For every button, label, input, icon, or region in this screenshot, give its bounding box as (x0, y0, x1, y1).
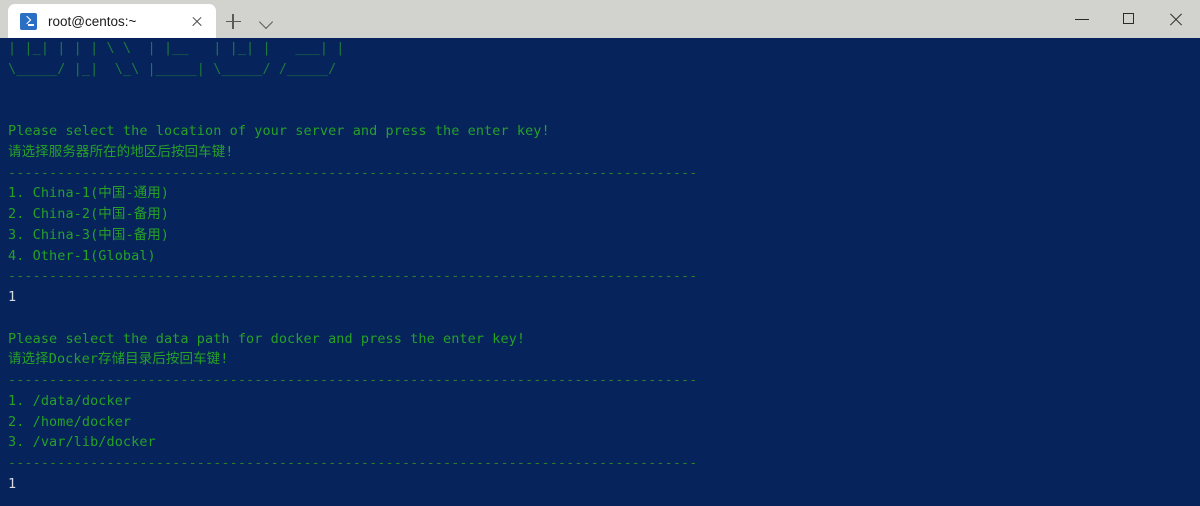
menu-option-china-3: 3. China-3(中国-备用) (8, 226, 170, 243)
menu-option-china-2: 2. China-2(中国-备用) (8, 206, 170, 222)
terminal-prompt-icon (20, 12, 37, 30)
window-controls (1059, 0, 1200, 38)
terminal-tab[interactable]: root@centos:~ (8, 4, 216, 38)
user-input-location: 1 (8, 289, 17, 305)
prompt-datapath-zh: 请选择Docker存储目录后按回车键! (8, 351, 229, 368)
menu-option-data-docker: 1. /data/docker (8, 392, 132, 409)
prompt-location-en: Please select the location of your serve… (8, 123, 550, 139)
tab-strip: root@centos:~ (0, 0, 284, 38)
tab-title: root@centos:~ (48, 13, 137, 29)
window-titlebar: root@centos:~ (0, 0, 1200, 38)
terminal-text-buffer: | |_| | | | \ \ | |__ | |_| | ___| | \___… (8, 38, 1200, 506)
ascii-art-line-1: | |_| | | | \ \ | |__ | |_| | ___| | (8, 40, 345, 56)
menu-option-var-lib-docker: 3. /var/lib/docker (8, 434, 156, 451)
menu-option-home-docker: 2. /home/docker (8, 413, 132, 430)
menu-option-china-1: 1. China-1(中国-通用) (8, 185, 170, 202)
menu-option-other-1: 4. Other-1(Global) (8, 247, 156, 264)
separator-line: ----------------------------------------… (8, 164, 698, 181)
chevron-down-icon[interactable] (250, 4, 284, 38)
close-icon[interactable] (184, 8, 210, 34)
minimize-icon[interactable] (1059, 0, 1106, 38)
plus-icon[interactable] (216, 4, 250, 38)
prompt-datapath-en: Please select the data path for docker a… (8, 330, 526, 347)
terminal-output-area[interactable]: | |_| | | | \ \ | |__ | |_| | ___| | \___… (0, 38, 1200, 506)
separator-line: ----------------------------------------… (8, 268, 698, 285)
close-icon[interactable] (1153, 0, 1200, 38)
ascii-art-line-2: \_____/ |_| \_\ |_____| \_____/ /_____/ (8, 60, 337, 77)
user-input-datapath: 1 (8, 475, 17, 492)
prompt-location-zh: 请选择服务器所在的地区后按回车键! (8, 143, 234, 160)
separator-line: ----------------------------------------… (8, 372, 698, 388)
separator-line: ----------------------------------------… (8, 455, 698, 471)
maximize-icon[interactable] (1106, 0, 1153, 38)
